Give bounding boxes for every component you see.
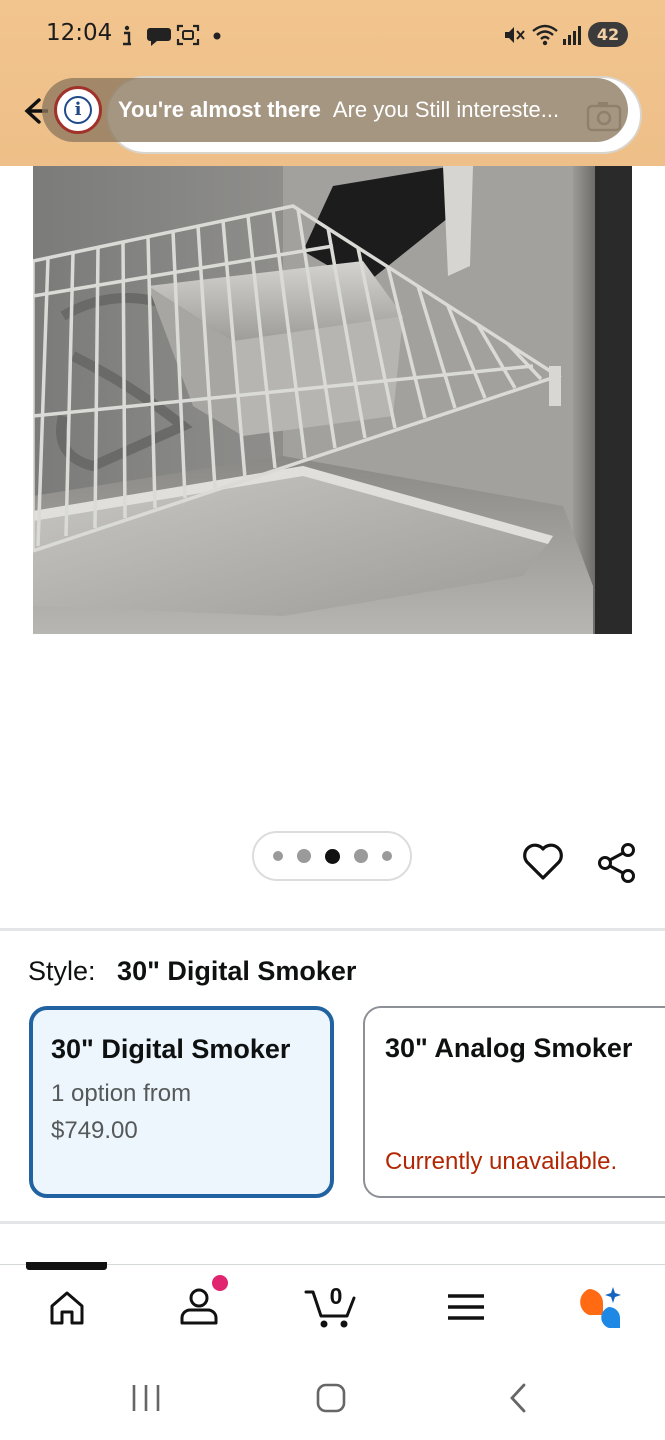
style-option-analog-smoker[interactable]: 30" Analog Smoker Currently unavailable. (363, 1006, 665, 1198)
share-icon[interactable] (596, 842, 638, 884)
screenshot-icon (176, 24, 200, 46)
notification-toast[interactable]: i You're almost there Are you Still inte… (42, 78, 628, 142)
info-icon: i (54, 86, 102, 134)
style-selected-value: 30" Digital Smoker (117, 956, 357, 986)
back-button-icon[interactable] (506, 1382, 530, 1414)
status-bar: 12:04 42 (0, 0, 665, 66)
cart-count: 0 (329, 1283, 343, 1309)
home-button-icon[interactable] (315, 1382, 347, 1414)
option-price: $749.00 (51, 1117, 138, 1144)
carousel-dot[interactable] (272, 851, 283, 861)
carousel-dot[interactable] (296, 849, 311, 863)
image-carousel-indicator[interactable] (252, 831, 412, 881)
carousel-dot[interactable] (381, 851, 392, 861)
home-icon[interactable] (48, 1290, 86, 1326)
carousel-dot[interactable] (353, 849, 368, 863)
info-icon (123, 25, 131, 46)
chat-icon (147, 28, 171, 46)
mute-icon (505, 27, 525, 43)
style-selector-header: Style: 30" Digital Smoker (28, 956, 356, 987)
account-icon[interactable] (179, 1286, 219, 1326)
battery-icon: 42 (588, 22, 628, 47)
option-status: Currently unavailable. (385, 1148, 618, 1175)
toast-title: You're almost there (118, 97, 321, 122)
heart-icon[interactable] (522, 842, 564, 882)
recent-apps-icon[interactable] (130, 1383, 162, 1413)
active-tab-indicator (26, 1262, 107, 1270)
menu-icon[interactable] (446, 1292, 486, 1322)
option-availability: 1 option from (51, 1080, 192, 1107)
carousel-dot-active[interactable] (324, 848, 340, 864)
dot-icon (213, 32, 221, 40)
section-divider (0, 1221, 665, 1224)
option-title: 30" Analog Smoker (385, 1033, 633, 1063)
wifi-icon (532, 24, 558, 46)
rufus-icon[interactable] (573, 1285, 623, 1329)
product-image[interactable] (33, 166, 632, 634)
notification-badge (212, 1275, 228, 1291)
style-option-digital-smoker[interactable]: 30" Digital Smoker 1 option from $749.00 (29, 1006, 334, 1198)
signal-icon (563, 26, 581, 45)
smoker-interior-illustration (33, 166, 632, 634)
toast-message: Are you Still intereste... (332, 97, 560, 122)
section-divider (0, 928, 665, 931)
style-label: Style: (28, 956, 96, 986)
option-title: 30" Digital Smoker (51, 1034, 291, 1064)
status-time: 12:04 (46, 20, 113, 46)
